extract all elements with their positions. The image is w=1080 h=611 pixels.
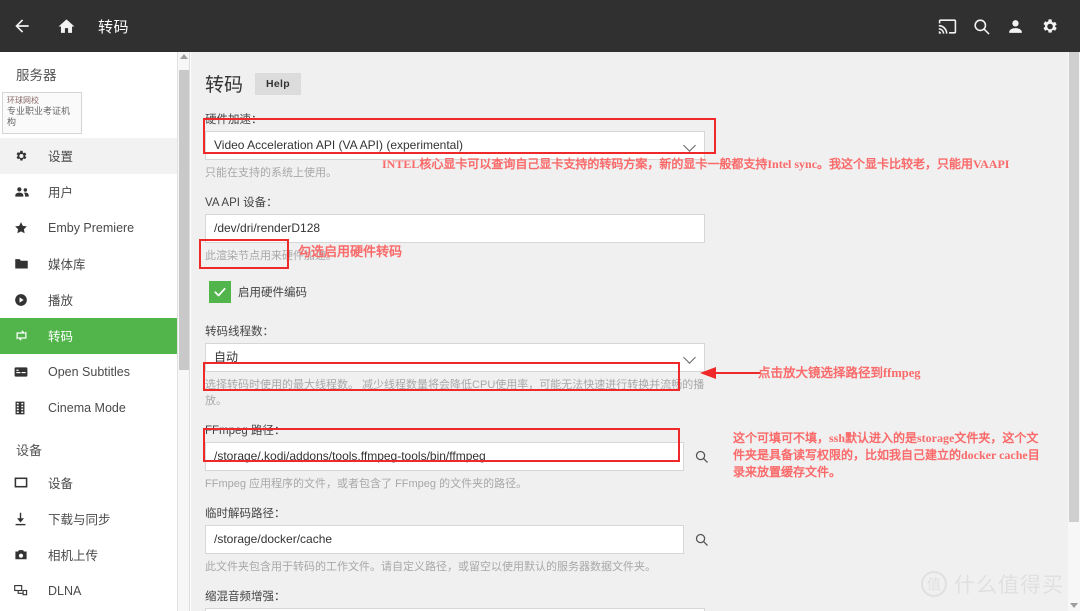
sidebar-item-dlna[interactable]: DLNA: [0, 573, 177, 609]
hardware-acceleration-value: Video Acceleration API (VA API) (experim…: [214, 138, 464, 152]
header-actions: [930, 0, 1080, 52]
temp-cache-path-input[interactable]: /storage/docker/cache: [205, 525, 684, 554]
sidebar-item-label: 媒体库: [48, 258, 86, 272]
magnifier-icon[interactable]: [692, 447, 711, 467]
checkbox-checked-icon: [209, 281, 231, 303]
main-scrollbar-thumb[interactable]: [1069, 52, 1079, 522]
sidebar-item-settings[interactable]: 设置: [0, 137, 177, 174]
annotation-text-cache-line3: 录来放置缓存文件。: [733, 465, 842, 479]
enable-hardware-encoding-checkbox[interactable]: 启用硬件编码: [205, 277, 315, 307]
ad-line-1: 环球网校: [7, 96, 39, 105]
ffmpeg-path-field: FFmpeg 路径： /storage/.kodi/addons/tools.f…: [205, 422, 711, 491]
sidebar-item-devices[interactable]: 设备: [0, 465, 177, 501]
page-title-row: 转码 Help: [205, 70, 711, 97]
transcoding-form: 转码 Help 硬件加速： Video Acceleration API (VA…: [191, 52, 711, 611]
sidebar-item-label: Cinema Mode: [48, 400, 126, 415]
scroll-down-arrow-icon[interactable]: [1070, 603, 1078, 608]
sidebar-item-label: 播放: [48, 294, 74, 308]
ffmpeg-path-help: FFmpeg 应用程序的文件，或者包含了 FFmpeg 的文件夹的路径。: [205, 478, 528, 490]
back-arrow-icon[interactable]: [0, 0, 44, 52]
sidebar-scrollbar-thumb[interactable]: [179, 70, 189, 370]
transcoding-threads-label: 转码线程数：: [205, 326, 274, 338]
temp-cache-path-row: /storage/docker/cache: [205, 525, 711, 554]
sidebar-item-download-sync[interactable]: 下载与同步: [0, 501, 177, 537]
sidebar-scrollbar[interactable]: [178, 52, 190, 611]
sidebar-item-label: 用户: [48, 186, 74, 200]
annotation-text-cache-line1: 这个可填可不填，ssh默认进入的是storage文件夹，这个文: [733, 431, 1039, 445]
sidebar-ad-overlay[interactable]: 环球网校 专业职业考证机构: [2, 92, 82, 134]
subtitles-icon: [14, 366, 48, 378]
sidebar-item-label: 下载与同步: [48, 513, 111, 527]
main-content-area: 转码 Help 硬件加速： Video Acceleration API (VA…: [191, 52, 1080, 611]
magnifier-icon[interactable]: [692, 530, 711, 550]
emby-transcoding-settings-page: 转码 服务器 环球网校 专业职业考证机构 设置 用户 Emby Premiere…: [0, 0, 1080, 611]
sidebar-heading-devices: 设备: [16, 442, 43, 458]
transcoding-threads-help: 选择转码时使用的最大线程数。 减少线程数量将会降低CPU使用率，可能无法快速进行…: [205, 379, 705, 407]
scroll-up-arrow-icon[interactable]: [180, 54, 188, 59]
annotation-text-ffmpeg: 点击放大镜选择路径到ffmpeg: [758, 366, 921, 380]
play-circle-icon: [14, 293, 48, 307]
camera-icon: [14, 549, 48, 561]
temp-cache-path-field: 临时解码路径： /storage/docker/cache 此文件夹包含用于转码…: [205, 505, 711, 574]
star-icon: [14, 221, 48, 235]
page-title: 转码: [205, 75, 244, 96]
transcoding-threads-field: 转码线程数： 自动 选择转码时使用的最大线程数。 减少线程数量将会降低CPU使用…: [205, 323, 711, 408]
sidebar-item-label: DLNA: [48, 583, 82, 598]
sidebar-item-transcoding[interactable]: 转码: [0, 317, 177, 354]
annotation-text-hwaccel: INTEL核心显卡可以查询自己显卡支持的转码方案，新的显卡一般都支持Intel …: [382, 157, 1010, 171]
dlna-icon: [14, 584, 48, 597]
audio-boost-label: 缩混音频增强：: [205, 591, 286, 603]
cast-icon[interactable]: [930, 0, 964, 52]
sidebar-item-label: Open Subtitles: [48, 364, 130, 379]
chevron-down-icon: [683, 139, 696, 152]
enable-hardware-encoding-label: 启用硬件编码: [238, 287, 307, 299]
transcode-icon: [14, 328, 48, 343]
sidebar-item-label: 设备: [48, 477, 74, 491]
transcoding-threads-value: 自动: [214, 350, 239, 364]
top-header-bar: 转码: [0, 0, 1080, 52]
sidebar-heading-server: 服务器: [16, 68, 57, 83]
hardware-acceleration-label: 硬件加速：: [205, 114, 263, 126]
audio-boost-field: 缩混音频增强： 2 缩混音频增强。设置为1，将保留原来的音量 。: [205, 588, 711, 611]
download-icon: [14, 512, 48, 526]
device-icon: [14, 476, 48, 489]
sidebar-item-playback[interactable]: 播放: [0, 282, 177, 318]
ffmpeg-path-label: FFmpeg 路径：: [205, 425, 286, 437]
temp-cache-path-label: 临时解码路径：: [205, 508, 286, 520]
vaapi-device-help: 此渲染节点用来硬件加速。: [205, 250, 337, 262]
gear-icon: [14, 149, 48, 163]
help-button[interactable]: Help: [255, 72, 301, 95]
annotation-text-cache-line2: 件夹是具备读写权限的，比如我自己建立的docker cache目: [733, 448, 1040, 462]
search-icon[interactable]: [964, 0, 998, 52]
left-sidebar: 服务器 环球网校 专业职业考证机构 设置 用户 Emby Premiere 媒体…: [0, 52, 178, 611]
sidebar-item-users[interactable]: 用户: [0, 174, 177, 210]
sidebar-item-label: 转码: [48, 330, 74, 344]
home-icon[interactable]: [44, 0, 88, 52]
sidebar-item-camera-upload[interactable]: 相机上传: [0, 537, 177, 573]
ffmpeg-path-input[interactable]: /storage/.kodi/addons/tools.ffmpeg-tools…: [205, 442, 684, 471]
user-icon[interactable]: [998, 0, 1032, 52]
sidebar-item-cinema-mode[interactable]: Cinema Mode: [0, 390, 177, 426]
sidebar-item-open-subtitles[interactable]: Open Subtitles: [0, 354, 177, 390]
vaapi-device-input[interactable]: /dev/dri/renderD128: [205, 214, 705, 243]
ffmpeg-path-row: /storage/.kodi/addons/tools.ffmpeg-tools…: [205, 442, 711, 471]
sidebar-item-emby-premiere[interactable]: Emby Premiere: [0, 210, 177, 246]
chevron-down-icon: [683, 351, 696, 364]
header-title: 转码: [98, 18, 130, 36]
ad-line-2: 专业职业考证机构: [7, 106, 71, 128]
main-scrollbar[interactable]: [1068, 52, 1080, 611]
vaapi-device-label: VA API 设备：: [205, 197, 278, 209]
gear-icon[interactable]: [1032, 0, 1066, 52]
sidebar-item-label: Emby Premiere: [48, 220, 135, 235]
sidebar-item-library[interactable]: 媒体库: [0, 246, 177, 282]
users-icon: [14, 185, 48, 199]
annotation-text-hwencode: 勾选启用硬件转码: [298, 244, 403, 259]
transcoding-threads-select[interactable]: 自动: [205, 343, 705, 372]
sidebar-item-label: 设置: [48, 150, 74, 164]
film-icon: [14, 401, 48, 415]
vaapi-device-field: VA API 设备： /dev/dri/renderD128 此渲染节点用来硬件…: [205, 194, 711, 263]
sidebar-item-label: 相机上传: [48, 549, 99, 563]
folder-icon: [14, 257, 48, 270]
temp-cache-path-help: 此文件夹包含用于转码的工作文件。请自定义路径，或留空以使用默认的服务器数据文件夹…: [205, 561, 656, 573]
